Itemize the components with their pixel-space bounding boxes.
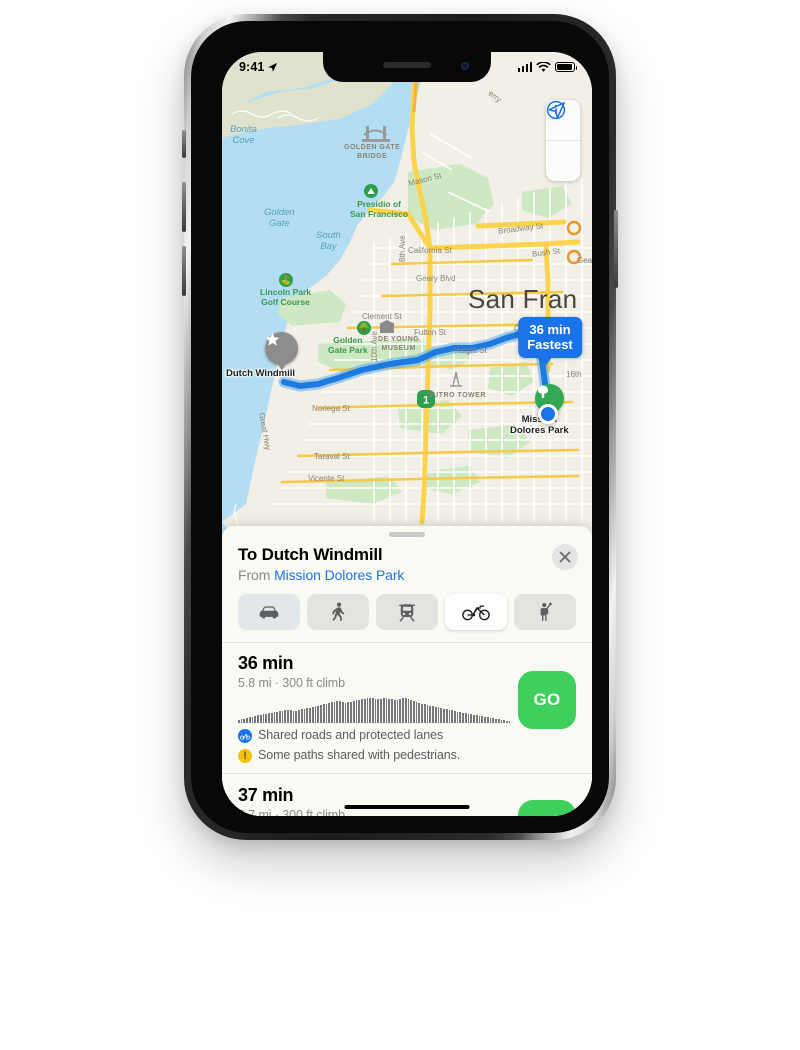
car-icon <box>259 606 279 619</box>
power-button[interactable] <box>614 210 618 288</box>
page-root: 1 ⛰ ⛳ 🌳 Bonita Cove Golden Gate South Ba… <box>0 0 800 1050</box>
device-screen: 1 ⛰ ⛳ 🌳 Bonita Cove Golden Gate South Ba… <box>222 52 592 816</box>
elevation-profile-1 <box>238 697 511 723</box>
route-note-text: Some paths shared with pedestrians. <box>258 748 461 762</box>
rideshare-hail-icon <box>540 602 552 621</box>
callout-duration: 36 min <box>529 322 571 337</box>
route-callout[interactable]: 36 min Fastest <box>518 317 582 365</box>
go-button[interactable]: GO <box>518 671 576 729</box>
status-time: 9:41 <box>239 60 278 74</box>
status-bar: 9:41 <box>222 52 592 82</box>
silent-switch[interactable] <box>182 130 186 158</box>
directions-sheet[interactable]: To Dutch Windmill From Mission Dolores P… <box>222 526 592 816</box>
navigation-arrow-icon <box>548 102 565 119</box>
bicycle-icon <box>462 605 490 621</box>
highway-shield-1: 1 <box>417 390 435 408</box>
current-location-dot <box>538 404 558 424</box>
battery-full-icon <box>555 62 578 72</box>
origin-row: From Mission Dolores Park <box>238 567 576 583</box>
svg-text:🌳: 🌳 <box>358 322 369 333</box>
route-option-2[interactable]: 37 min 5.7 mi · 300 ft climb GO <box>222 774 592 816</box>
warning-badge-icon: ! <box>238 749 252 763</box>
volume-up-button[interactable] <box>182 182 186 232</box>
mode-cycle[interactable] <box>445 594 507 630</box>
volume-down-button[interactable] <box>182 246 186 296</box>
bike-glyph-icon <box>240 733 250 740</box>
route-note: Shared roads and protected lanes <box>238 728 576 743</box>
locate-button[interactable] <box>546 102 580 181</box>
home-indicator[interactable] <box>344 804 470 809</box>
destination-title: To Dutch Windmill <box>238 545 383 564</box>
iphone-device: 1 ⛰ ⛳ 🌳 Bonita Cove Golden Gate South Ba… <box>182 14 618 840</box>
mode-transit[interactable] <box>376 594 438 630</box>
svg-text:⛰: ⛰ <box>367 186 375 196</box>
wifi-icon <box>536 61 551 72</box>
train-icon <box>399 603 415 622</box>
tree-glyph-icon <box>538 385 548 398</box>
bike-badge-icon <box>238 729 252 743</box>
svg-text:⛳: ⛳ <box>280 274 291 286</box>
status-time-value: 9:41 <box>239 60 265 74</box>
status-indicators <box>517 61 578 73</box>
callout-tag: Fastest <box>527 337 573 352</box>
transport-mode-selector[interactable] <box>222 583 592 642</box>
location-arrow-icon <box>268 62 278 72</box>
mode-rideshare[interactable] <box>514 594 576 630</box>
start-pin-label: Dutch Windmill <box>226 368 296 379</box>
mode-drive[interactable] <box>238 594 300 630</box>
star-pin-icon <box>265 332 298 365</box>
start-pin[interactable] <box>265 332 298 365</box>
star-glyph-icon <box>265 332 280 346</box>
close-button[interactable] <box>552 544 578 570</box>
route-note-text: Shared roads and protected lanes <box>258 728 444 742</box>
device-bezel: 1 ⛰ ⛳ 🌳 Bonita Cove Golden Gate South Ba… <box>191 21 609 833</box>
go-button[interactable]: GO <box>518 800 576 816</box>
svg-text:1: 1 <box>423 395 429 407</box>
close-icon <box>559 551 571 563</box>
from-prefix: From <box>238 567 271 583</box>
map-controls[interactable] <box>546 100 580 181</box>
cellular-bars-icon <box>517 62 532 72</box>
route-note: ! Some paths shared with pedestrians. <box>238 748 576 763</box>
origin-link[interactable]: Mission Dolores Park <box>274 567 404 583</box>
route-option-1[interactable]: 36 min 5.8 mi · 300 ft climb Shared road… <box>222 643 592 763</box>
sheet-header: To Dutch Windmill From Mission Dolores P… <box>222 537 592 583</box>
mode-walk[interactable] <box>307 594 369 630</box>
route-duration: 36 min <box>238 653 294 673</box>
walk-icon <box>332 602 345 621</box>
